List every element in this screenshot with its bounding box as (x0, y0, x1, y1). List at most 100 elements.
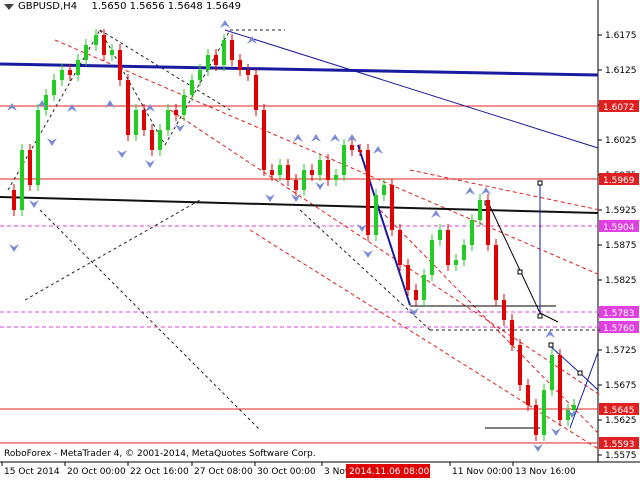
trend-channel-line (409, 169, 601, 211)
candle-body (422, 275, 426, 300)
candle-body (68, 70, 72, 75)
candle-body (254, 75, 258, 110)
wave-line (569, 351, 599, 429)
wave-projection-line (39, 209, 261, 431)
fractal-up-icon (105, 100, 115, 108)
price-tick-label: 1.5875 (605, 241, 637, 251)
fractal-down-icon (117, 150, 127, 158)
candle-body (326, 160, 330, 180)
fractal-down-icon (29, 200, 39, 208)
fractal-up-icon (7, 103, 17, 111)
candle-body (214, 55, 218, 65)
copyright-text: RoboForex - MetaTrader 4, © 2001-2014, M… (4, 449, 316, 459)
candle-body (20, 150, 24, 210)
candle-body (150, 130, 154, 150)
ohlc-values: 1.5650 1.5656 1.5648 1.5649 (91, 1, 241, 12)
level-price-label: 1.5904 (603, 223, 635, 233)
resistance-trend-line (224, 29, 599, 149)
level-price-label: 1.5783 (603, 309, 635, 319)
candle-body (572, 405, 576, 410)
wave-projection-line (164, 29, 231, 146)
candle-body (36, 110, 40, 185)
candle-body (278, 165, 282, 175)
wave-line (548, 344, 599, 391)
fractal-down-icon (175, 124, 185, 132)
fractal-up-icon (330, 134, 340, 142)
candle-body (182, 95, 186, 115)
candle-body (534, 405, 538, 435)
candle-body (230, 40, 234, 60)
price-tick-label: 1.5825 (605, 276, 637, 286)
candle-body (238, 60, 242, 70)
fractal-up-icon (481, 187, 491, 195)
chart-window[interactable]: 1.61751.61251.60751.60251.59751.59251.58… (0, 0, 640, 480)
anchor-point (548, 342, 554, 348)
chart-header: GBPUSD,H4 1.5650 1.5656 1.5648 1.5649 (18, 1, 241, 12)
time-cursor-label: 2014.11.06 08:00 (349, 467, 430, 477)
fractal-down-icon (9, 244, 19, 252)
candle-body (310, 170, 314, 175)
chart-menu-icon[interactable] (4, 4, 14, 10)
candle-body (142, 110, 146, 130)
candle-body (342, 145, 346, 175)
price-tick-label: 1.6025 (605, 136, 637, 146)
candle-body (526, 385, 530, 405)
candle-body (190, 80, 194, 95)
candle-body (518, 345, 522, 385)
candle-body (246, 70, 250, 75)
candle-body (510, 320, 514, 345)
candle-body (398, 230, 402, 265)
support-trend-line (0, 196, 599, 214)
symbol-timeframe: GBPUSD,H4 (18, 1, 78, 12)
fractal-down-icon (265, 194, 275, 202)
anchor-point (537, 313, 543, 319)
fractal-down-icon (47, 138, 57, 146)
candle-body (542, 390, 546, 435)
candle-body (486, 200, 490, 245)
time-tick-label: 11 Nov 00:00 (452, 467, 513, 477)
price-tick-label: 1.5925 (605, 206, 637, 216)
candle-body (222, 40, 226, 65)
fractal-up-icon (465, 187, 475, 195)
candle-body (350, 145, 354, 150)
candle-body (84, 45, 88, 60)
trend-channel-line (249, 229, 601, 451)
anchor-point (577, 370, 583, 376)
level-price-label: 1.5645 (603, 406, 635, 416)
time-tick-label: 27 Oct 08:00 (194, 467, 253, 477)
candle-body (174, 110, 178, 115)
candle-body (406, 265, 410, 290)
price-chart-canvas[interactable]: 1.61751.61251.60751.60251.59751.59251.58… (0, 0, 640, 480)
wave-projection-line (99, 29, 166, 146)
candle-body (262, 110, 266, 170)
level-price-label: 1.5593 (603, 440, 635, 450)
time-tick-label: 15 Oct 2014 (4, 467, 60, 477)
candle-body (470, 220, 474, 245)
fractal-down-icon (357, 224, 367, 232)
candle-body (334, 175, 338, 180)
candle-body (454, 260, 458, 265)
candle-body (126, 80, 130, 135)
level-price-label: 1.5969 (603, 176, 635, 186)
candle-body (44, 95, 48, 110)
time-tick-label: 30 Oct 00:00 (257, 467, 316, 477)
fractal-down-icon (145, 160, 155, 168)
candle-body (430, 240, 434, 275)
fractal-down-icon (551, 428, 561, 436)
anchor-point (537, 180, 543, 186)
candle-body (110, 50, 114, 55)
fractal-up-icon (145, 104, 155, 112)
level-price-label: 1.5760 (603, 324, 635, 334)
candle-body (198, 70, 202, 80)
candle-body (390, 185, 394, 230)
candle-body (118, 50, 122, 80)
candle-body (366, 150, 370, 235)
candle-body (52, 80, 56, 95)
candle-body (12, 190, 16, 210)
candles (12, 29, 576, 441)
candle-body (28, 150, 32, 185)
fractal-up-icon (311, 134, 321, 142)
fractal-up-icon (431, 210, 441, 218)
candle-body (270, 170, 274, 175)
price-tick-label: 1.5675 (605, 381, 637, 391)
